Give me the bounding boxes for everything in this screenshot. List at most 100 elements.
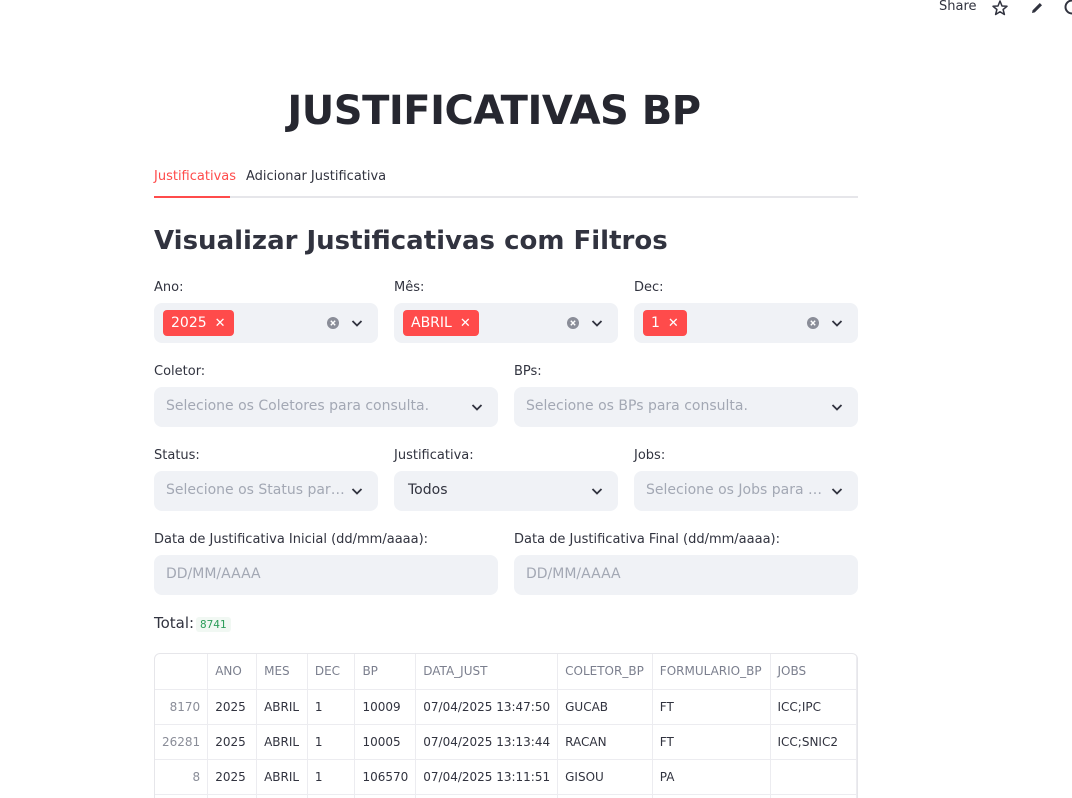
- table-cell[interactable]: FT: [652, 689, 771, 725]
- coletor-label: Coletor:: [154, 364, 206, 379]
- pencil-icon[interactable]: [1028, 0, 1046, 17]
- mes-selected-tag[interactable]: ABRIL ✕: [403, 310, 479, 336]
- status-multiselect[interactable]: Selecione os Status para…: [154, 471, 378, 511]
- table-cell[interactable]: 2025: [207, 689, 258, 725]
- table-cell[interactable]: ICC;IPC: [770, 689, 857, 725]
- data-inicial-input[interactable]: DD/MM/AAAA: [154, 555, 498, 595]
- table-cell[interactable]: [415, 794, 559, 798]
- mes-multiselect[interactable]: ABRIL ✕: [394, 303, 618, 343]
- tab-justificativas[interactable]: Justificativas: [154, 169, 236, 184]
- bps-placeholder: Selecione os BPs para consulta.: [526, 398, 748, 414]
- table-cell[interactable]: [354, 794, 417, 798]
- clear-icon[interactable]: [806, 316, 820, 330]
- table-cell[interactable]: 1: [307, 689, 356, 725]
- justificativa-select[interactable]: Todos: [394, 471, 618, 511]
- table-row[interactable]: 8 2025 ABRIL 1 106570 07/04/2025 13:11:5…: [155, 759, 857, 795]
- star-icon[interactable]: [991, 0, 1009, 17]
- jobs-label: Jobs:: [634, 448, 666, 463]
- chevron-down-icon[interactable]: [830, 400, 844, 414]
- ano-selected-tag[interactable]: 2025 ✕: [163, 310, 234, 336]
- column-header-jobs[interactable]: JOBS: [770, 654, 857, 690]
- table-cell[interactable]: [770, 759, 857, 795]
- table-cell[interactable]: 07/04/2025 13:11:51: [415, 759, 559, 795]
- page-title: JUSTIFICATIVAS BP: [287, 88, 701, 134]
- section-title: Visualizar Justificativas com Filtros: [154, 226, 668, 256]
- column-header-formulario-bp[interactable]: FORMULARIO_BP: [652, 654, 771, 690]
- table-cell[interactable]: ICC;SNIC2: [770, 724, 857, 760]
- github-icon[interactable]: [1063, 0, 1072, 17]
- dec-selected-tag[interactable]: 1 ✕: [643, 310, 687, 336]
- table-cell[interactable]: 07/04/2025 13:13:44: [415, 724, 559, 760]
- table-cell[interactable]: GUCAB: [557, 689, 653, 725]
- tab-bar: Justificativas Adicionar Justificativa: [154, 160, 858, 198]
- table-cell[interactable]: ABRIL: [256, 724, 308, 760]
- table-cell[interactable]: PA: [652, 759, 771, 795]
- table-cell[interactable]: 1: [307, 724, 356, 760]
- status-placeholder: Selecione os Status para…: [166, 482, 346, 498]
- table-cell[interactable]: 07/04/2025 13:47:50: [415, 689, 559, 725]
- table-cell[interactable]: GISOU: [557, 759, 653, 795]
- chevron-down-icon[interactable]: [350, 484, 364, 498]
- row-index-cell[interactable]: 8: [155, 759, 209, 795]
- ano-tag-label: 2025: [171, 315, 207, 331]
- row-index-cell[interactable]: [155, 794, 209, 798]
- tab-adicionar-justificativa[interactable]: Adicionar Justificativa: [246, 169, 386, 184]
- table-row[interactable]: [155, 794, 857, 798]
- table-cell[interactable]: 2025: [207, 759, 258, 795]
- share-button[interactable]: Share: [939, 0, 977, 14]
- coletor-multiselect[interactable]: Selecione os Coletores para consulta.: [154, 387, 498, 427]
- clear-icon[interactable]: [566, 316, 580, 330]
- column-header-coletor-bp[interactable]: COLETOR_BP: [557, 654, 653, 690]
- table-row[interactable]: 26281 2025 ABRIL 1 10005 07/04/2025 13:1…: [155, 724, 857, 760]
- column-header-mes[interactable]: MES: [256, 654, 308, 690]
- data-inicial-placeholder: DD/MM/AAAA: [166, 566, 261, 582]
- table-cell[interactable]: [207, 794, 258, 798]
- column-header-index[interactable]: [155, 654, 209, 690]
- table-cell[interactable]: [557, 794, 653, 798]
- coletor-placeholder: Selecione os Coletores para consulta.: [166, 398, 430, 414]
- remove-tag-icon[interactable]: ✕: [460, 316, 471, 331]
- active-tab-indicator: [154, 196, 230, 198]
- total-count-badge: 8741: [196, 617, 231, 632]
- column-header-dec[interactable]: DEC: [307, 654, 356, 690]
- jobs-multiselect[interactable]: Selecione os Jobs para c…: [634, 471, 858, 511]
- column-header-bp[interactable]: BP: [354, 654, 417, 690]
- column-header-ano[interactable]: ANO: [207, 654, 258, 690]
- chevron-down-icon[interactable]: [590, 316, 604, 330]
- mes-tag-label: ABRIL: [411, 315, 452, 331]
- chevron-down-icon[interactable]: [830, 316, 844, 330]
- table-cell[interactable]: 106570: [354, 759, 417, 795]
- table-cell[interactable]: [256, 794, 308, 798]
- table-cell[interactable]: 10005: [354, 724, 417, 760]
- table-cell[interactable]: 10009: [354, 689, 417, 725]
- table-cell[interactable]: [770, 794, 857, 798]
- table-cell[interactable]: RACAN: [557, 724, 653, 760]
- table-cell[interactable]: 1: [307, 759, 356, 795]
- chevron-down-icon[interactable]: [350, 316, 364, 330]
- mes-label: Mês:: [394, 280, 425, 295]
- dec-multiselect[interactable]: 1 ✕: [634, 303, 858, 343]
- table-cell[interactable]: [652, 794, 771, 798]
- table-cell[interactable]: ABRIL: [256, 689, 308, 725]
- data-table[interactable]: ANO MES DEC BP DATA_JUST COLETOR_BP FORM…: [154, 653, 858, 798]
- remove-tag-icon[interactable]: ✕: [215, 316, 226, 331]
- ano-multiselect[interactable]: 2025 ✕: [154, 303, 378, 343]
- ano-label: Ano:: [154, 280, 184, 295]
- data-final-placeholder: DD/MM/AAAA: [526, 566, 621, 582]
- row-index-cell[interactable]: 26281: [155, 724, 209, 760]
- column-header-data-just[interactable]: DATA_JUST: [415, 654, 559, 690]
- chevron-down-icon[interactable]: [590, 484, 604, 498]
- remove-tag-icon[interactable]: ✕: [668, 316, 679, 331]
- chevron-down-icon[interactable]: [470, 400, 484, 414]
- clear-icon[interactable]: [326, 316, 340, 330]
- data-final-input[interactable]: DD/MM/AAAA: [514, 555, 858, 595]
- table-cell[interactable]: [307, 794, 356, 798]
- table-row[interactable]: 8170 2025 ABRIL 1 10009 07/04/2025 13:47…: [155, 689, 857, 725]
- table-cell[interactable]: 2025: [207, 724, 258, 760]
- total-label: Total:: [154, 614, 195, 632]
- table-cell[interactable]: ABRIL: [256, 759, 308, 795]
- bps-multiselect[interactable]: Selecione os BPs para consulta.: [514, 387, 858, 427]
- table-cell[interactable]: FT: [652, 724, 771, 760]
- chevron-down-icon[interactable]: [830, 484, 844, 498]
- row-index-cell[interactable]: 8170: [155, 689, 209, 725]
